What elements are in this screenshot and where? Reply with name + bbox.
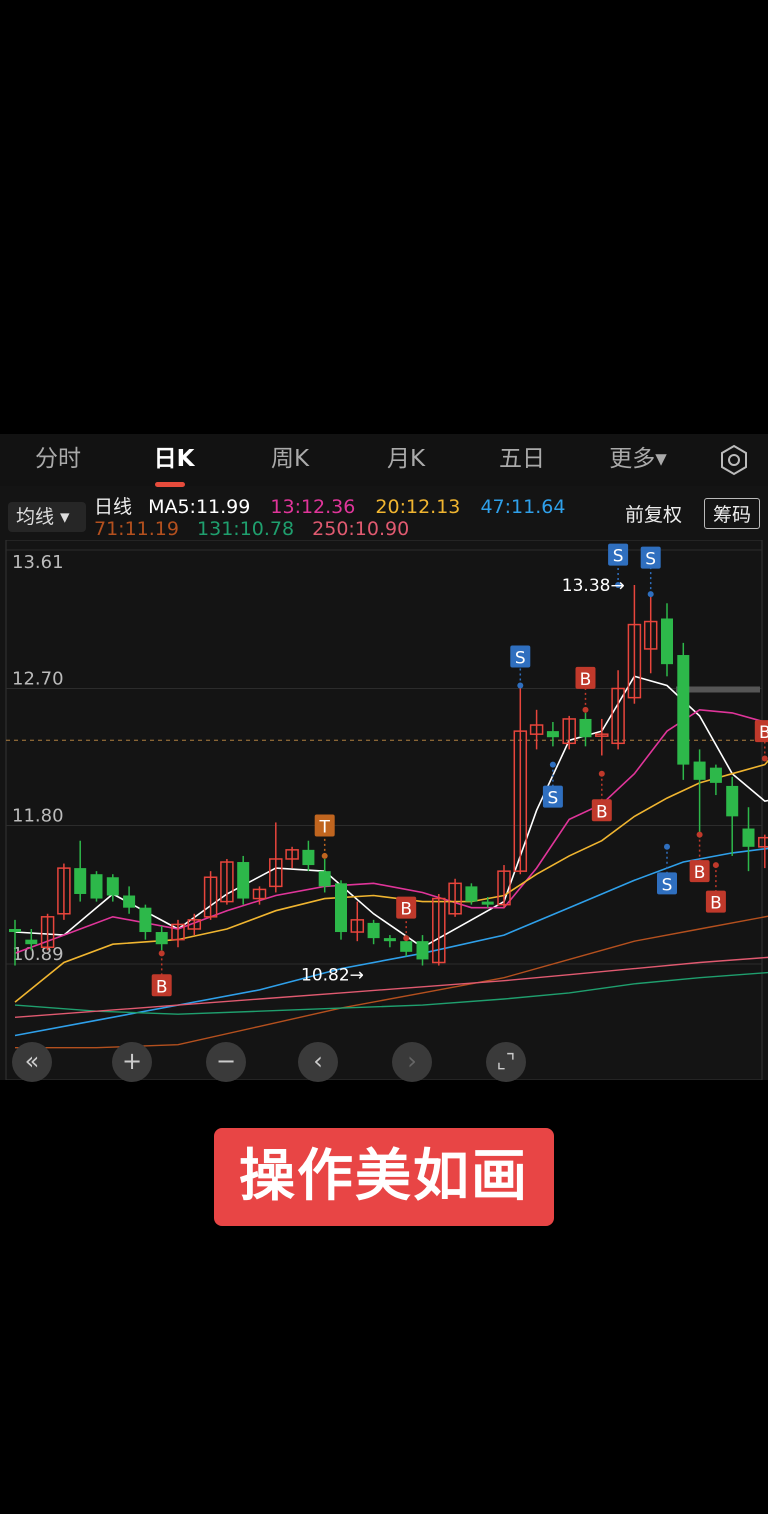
signal-label-B: B — [156, 977, 168, 997]
candle-body-down — [90, 874, 103, 899]
candle-body-down — [318, 871, 331, 887]
ma-line-13 — [14, 708, 768, 955]
signal-dot — [696, 831, 703, 838]
candle-body-down — [579, 718, 592, 738]
tab-weekly-k[interactable]: 周K — [240, 434, 340, 486]
candle-body-down — [693, 761, 706, 780]
candle-body-down — [742, 828, 755, 847]
ma-value: 71:11.19 — [94, 518, 179, 540]
candle-body-down — [416, 941, 429, 960]
signal-label-B: B — [400, 900, 412, 920]
signal-dot — [517, 682, 524, 689]
candle-body-down — [123, 895, 136, 908]
ma-value: 20:12.13 — [375, 496, 461, 518]
scroll-right-button[interactable]: › — [392, 1042, 432, 1082]
y-tick-label: 11.80 — [12, 805, 64, 826]
period-tabs: 分时 日K 周K 月K 五日 更多▾ — [0, 434, 768, 487]
signal-label-S: S — [515, 649, 526, 669]
settings-hexagon-icon[interactable] — [718, 444, 750, 476]
fullscreen-button[interactable]: ⌞⌝ — [486, 1042, 526, 1082]
indicator-select[interactable]: 均线 ▾ — [8, 502, 86, 532]
zoom-in-button[interactable]: + — [112, 1042, 152, 1082]
candle-body-down — [302, 849, 315, 866]
candle-body-down — [106, 877, 119, 896]
y-tick-label: 10.89 — [12, 944, 64, 965]
price-annotation: 13.38→ — [562, 576, 625, 596]
rewind-button[interactable]: « — [12, 1042, 52, 1082]
candle-body-up — [758, 836, 768, 848]
candle-body-down — [74, 868, 87, 894]
kline-chart[interactable]: 13.61 12.70 11.80 10.89 B T B S S B B S S S B B B 13.38→ 1… — [0, 539, 768, 1081]
candle-body-down — [237, 862, 250, 899]
y-tick-label: 13.61 — [12, 552, 64, 573]
signal-label-B: B — [694, 863, 706, 883]
signal-label-S: S — [548, 789, 559, 809]
candle-body-down — [481, 901, 494, 905]
candle-body-down — [335, 883, 347, 933]
ma-line-131 — [14, 971, 768, 1015]
price-annotation: 10.82→ — [301, 966, 364, 986]
candle-body-down — [400, 941, 413, 952]
candle-body-down — [9, 928, 21, 933]
ma-value: 13:12.36 — [270, 496, 356, 518]
signal-dot — [647, 591, 654, 598]
candle-body-down — [726, 785, 739, 817]
candle-body-down — [155, 932, 168, 945]
scroll-left-button[interactable]: ‹ — [298, 1042, 338, 1082]
ma-value: 250:10.90 — [312, 518, 410, 540]
signal-dot — [321, 852, 328, 859]
candle-body-down — [139, 907, 152, 933]
candle-body-down — [709, 767, 722, 783]
signal-label-T: T — [319, 817, 331, 837]
signal-label-S: S — [645, 550, 656, 570]
ma-header-row2: 71:11.19 131:10.78 250:10.90 — [94, 518, 409, 540]
signal-dot — [712, 862, 719, 869]
caption-banner: 操作美如画 — [214, 1128, 554, 1226]
kline-svg: 13.6112.7011.8010.89BTBSSBBS SSBBB13.38→1… — [5, 539, 768, 1081]
tab-intraday[interactable]: 分时 — [8, 434, 108, 486]
signal-dot — [664, 843, 670, 850]
ma-value: 47:11.64 — [480, 496, 566, 518]
candle-body-down — [546, 731, 559, 738]
candle-body-down — [25, 939, 38, 945]
candle-body-down — [367, 922, 380, 939]
candle-body-down — [677, 655, 690, 765]
ma-line-71 — [15, 915, 768, 1049]
tab-monthly-k[interactable]: 月K — [356, 434, 456, 486]
tab-more[interactable]: 更多▾ — [588, 434, 688, 486]
signal-dot — [549, 761, 556, 768]
active-tab-indicator — [155, 482, 185, 487]
signal-label-S: S — [613, 547, 624, 567]
signal-dot — [761, 755, 768, 762]
ma-value: 131:10.78 — [197, 518, 295, 540]
signal-label-B: B — [596, 802, 608, 822]
signal-label-S: S — [662, 875, 673, 895]
candle-body-down — [383, 938, 396, 942]
zoom-out-button[interactable]: − — [206, 1042, 246, 1082]
ma-value: MA5:11.99 — [148, 496, 251, 518]
signal-label-B: B — [710, 894, 722, 914]
candle-body-down — [465, 886, 478, 902]
signal-dot — [582, 706, 589, 713]
signal-dot — [598, 770, 605, 777]
ma-prefix: 日线 — [94, 496, 133, 518]
candle-body-down — [661, 618, 673, 665]
y-tick-label: 12.70 — [12, 669, 64, 690]
signal-dot — [403, 935, 410, 942]
signal-label-B: B — [759, 723, 768, 743]
tab-daily-k[interactable]: 日K — [124, 434, 224, 486]
chart-panel: 分时 日K 周K 月K 五日 更多▾ 均线 ▾ 日线 MA5:11.99 13:… — [0, 434, 768, 1082]
chips-button[interactable]: 筹码 — [703, 498, 760, 529]
adjust-mode-button[interactable]: 前复权 — [625, 500, 682, 527]
signal-label-B: B — [580, 670, 592, 690]
signal-dot — [158, 950, 165, 957]
tab-five-day[interactable]: 五日 — [472, 434, 572, 486]
ma-header-row1: 日线 MA5:11.99 13:12.36 20:12.13 47:11.64 — [94, 492, 565, 519]
ma-line-250 — [14, 956, 768, 1018]
